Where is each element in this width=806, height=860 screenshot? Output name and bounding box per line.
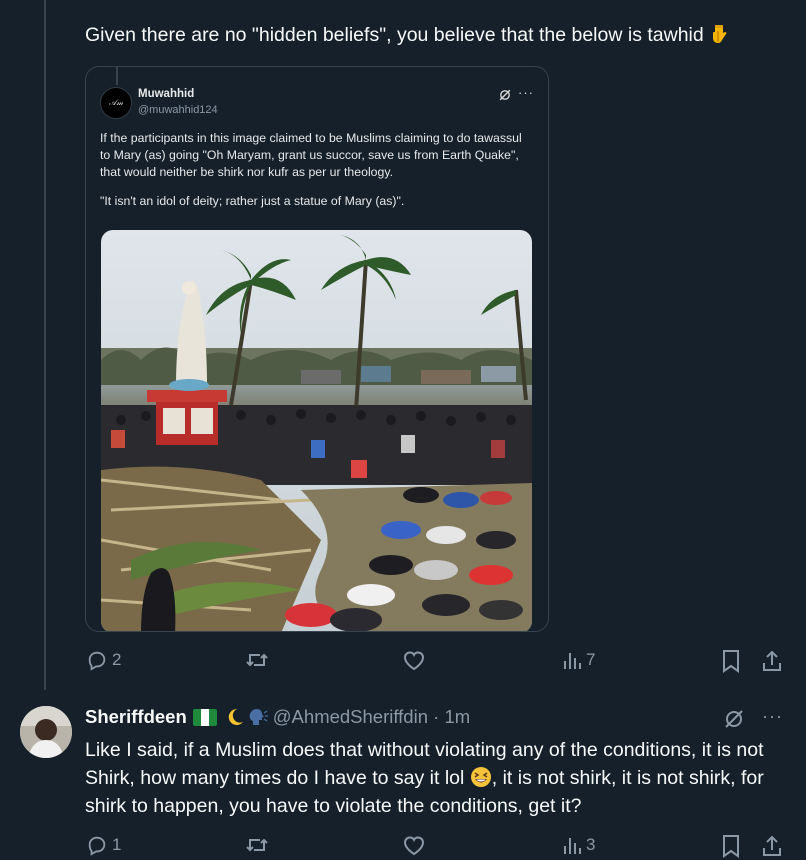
reply-icon: [88, 836, 106, 856]
quote-avatar-text: 𝒜𝓂: [108, 98, 124, 107]
quoted-tweet-card[interactable]: 𝒜𝓂 Muwahhid @muwahhid124 ··· If the part…: [85, 66, 549, 632]
quote-paragraph-2: "It isn't an idol of deity; rather just …: [100, 194, 405, 208]
repost-button[interactable]: [245, 834, 269, 856]
reply-avatar[interactable]: [20, 706, 72, 758]
reply-more-icon[interactable]: ···: [762, 706, 783, 727]
heart-icon: [403, 651, 425, 671]
quote-thread-line: [116, 67, 118, 85]
reply-author-name[interactable]: Sheriffdeen: [85, 706, 187, 728]
views-chart-icon: [564, 838, 581, 854]
bookmark-icon: [723, 835, 739, 858]
views-chart-icon: [564, 653, 581, 669]
quote-more-icon[interactable]: ···: [518, 85, 534, 100]
nigeria-flag-icon: [192, 708, 217, 726]
reply-button[interactable]: 2: [86, 649, 121, 671]
thread-line: [44, 0, 46, 690]
reply-button[interactable]: 1: [86, 834, 121, 856]
quote-body: If the participants in this image claime…: [100, 130, 530, 222]
like-button[interactable]: [402, 834, 426, 856]
reply-text: Like I said, if a Muslim does that witho…: [85, 736, 795, 820]
views-count: 7: [586, 650, 596, 669]
bookmark-icon: [723, 650, 739, 673]
pointing-down-emoji-icon: [713, 25, 727, 43]
repost-button[interactable]: [245, 649, 269, 671]
share-button[interactable]: [761, 649, 783, 673]
reply-count: 1: [112, 835, 122, 854]
statue-flood-scene-image: [101, 230, 532, 631]
repost-icon: [246, 653, 268, 667]
quote-avatar[interactable]: 𝒜𝓂: [100, 87, 132, 119]
grok-icon[interactable]: [724, 709, 744, 729]
heart-icon: [403, 836, 425, 856]
post-text: Given there are no "hidden beliefs", you…: [85, 22, 785, 48]
crescent-moon-icon: [228, 708, 243, 725]
reply-actions: 1 3: [0, 832, 806, 860]
quote-image[interactable]: [101, 230, 532, 631]
post-text-content: Given there are no "hidden beliefs", you…: [85, 24, 704, 46]
quote-author-name[interactable]: Muwahhid: [138, 88, 194, 100]
repost-icon: [246, 838, 268, 852]
quote-paragraph-1: If the participants in this image claime…: [100, 131, 522, 179]
views-button[interactable]: 7: [562, 649, 595, 671]
reply-author-handle[interactable]: @AhmedSheriffdin · 1m: [273, 706, 470, 728]
bookmark-button[interactable]: [721, 649, 741, 673]
share-icon: [763, 835, 781, 856]
share-icon: [763, 650, 781, 671]
grinning-squinting-face-emoji-icon: [470, 767, 491, 787]
quote-author-handle[interactable]: @muwahhid124: [138, 104, 218, 116]
grok-icon[interactable]: [498, 88, 512, 102]
reply-header: Sheriffdeen @AhmedSheriffdin · 1m: [85, 706, 470, 728]
reply-icon: [88, 651, 106, 671]
bookmark-button[interactable]: [721, 834, 741, 858]
speaking-head-icon: [249, 709, 268, 725]
reply-count: 2: [112, 650, 122, 669]
main-post-actions: 2 7: [0, 647, 806, 677]
avatar-photo: [20, 706, 72, 758]
like-button[interactable]: [402, 649, 426, 671]
share-button[interactable]: [761, 834, 783, 858]
views-button[interactable]: 3: [562, 834, 595, 856]
views-count: 3: [586, 835, 596, 854]
